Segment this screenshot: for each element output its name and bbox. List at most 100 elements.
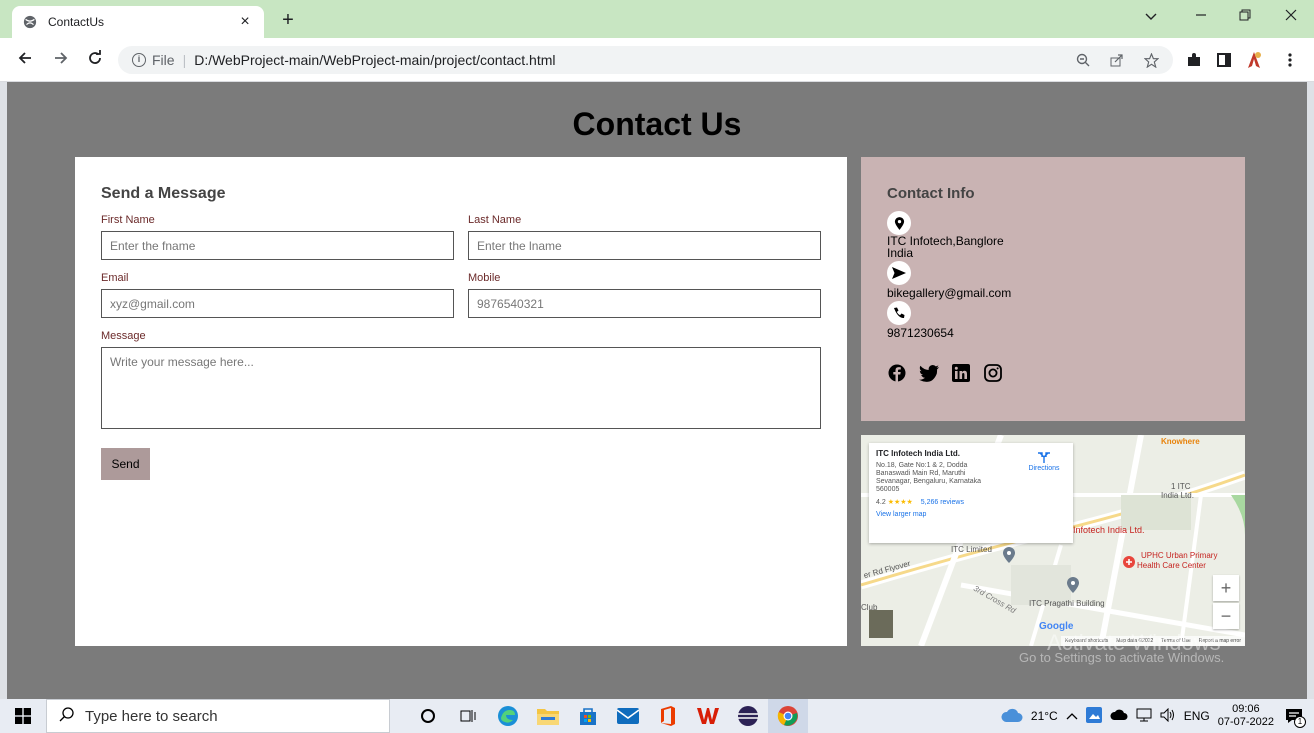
- browser-tab[interactable]: ContactUs ×: [12, 6, 264, 38]
- network-icon[interactable]: [1136, 708, 1152, 725]
- mail-icon[interactable]: [608, 699, 648, 733]
- address-line-1: ITC Infotech,Banglore: [887, 234, 1004, 248]
- wps-office-icon[interactable]: [688, 699, 728, 733]
- email-group: Email: [101, 272, 454, 318]
- contact-info-heading: Contact Info: [887, 185, 975, 202]
- contact-email: bikegallery@gmail.com: [887, 286, 1012, 300]
- profile-avatar-icon[interactable]: [1244, 50, 1264, 70]
- rating-stars: ★★★★: [887, 499, 913, 506]
- map-label-club: Club: [861, 603, 878, 612]
- system-tray: 21°C ENG 09:06 07-07-2022 1: [1001, 699, 1314, 733]
- onedrive-photos-icon[interactable]: [1085, 706, 1102, 726]
- office-icon[interactable]: [648, 699, 688, 733]
- message-textarea[interactable]: [101, 347, 821, 429]
- instagram-icon[interactable]: [983, 363, 1003, 383]
- linkedin-icon[interactable]: [951, 363, 971, 383]
- place-card: ITC Infotech India Ltd. No.18, Gate No:1…: [869, 443, 1073, 543]
- page-title: Contact Us: [572, 106, 742, 142]
- show-hidden-icons-icon[interactable]: [1066, 709, 1078, 723]
- search-icon: [59, 706, 75, 727]
- zoom-icon[interactable]: [1075, 52, 1091, 68]
- email-block: bikegallery@gmail.com: [887, 261, 1219, 299]
- message-form: Send a Message First Name Last Name Emai…: [75, 157, 847, 646]
- close-tab-icon[interactable]: ×: [236, 13, 254, 31]
- contact-phone: 9871230654: [887, 326, 954, 340]
- place-address: No.18, Gate No:1 & 2, Dodda Banaswadi Ma…: [876, 462, 982, 493]
- last-name-input[interactable]: [468, 231, 821, 260]
- map-label-pragathi: ITC Pragathi Building: [1029, 599, 1105, 608]
- globe-icon: [22, 14, 38, 30]
- mobile-input[interactable]: [468, 289, 821, 318]
- map-label-knowhere: Knowhere: [1161, 437, 1200, 446]
- address-line-2: India: [887, 246, 914, 260]
- extensions-icon[interactable]: [1184, 50, 1204, 70]
- tab-search-icon[interactable]: [1136, 8, 1166, 24]
- onedrive-cloud-icon[interactable]: [1110, 709, 1128, 724]
- facebook-icon[interactable]: [887, 363, 907, 383]
- input-language[interactable]: ENG: [1184, 709, 1210, 723]
- map-label-infotech: Infotech India Ltd.: [1073, 525, 1145, 535]
- forward-arrow-icon[interactable]: [50, 49, 72, 71]
- eclipse-icon[interactable]: [728, 699, 768, 733]
- place-rating: 4.2: [876, 499, 886, 506]
- store-icon[interactable]: [568, 699, 608, 733]
- taskbar-search-input[interactable]: Type here to search: [46, 699, 390, 733]
- embedded-map[interactable]: Knowhere 1 ITC India Ltd. Infotech India…: [861, 435, 1245, 646]
- social-links: [887, 363, 1219, 383]
- windows-start-icon[interactable]: [0, 699, 46, 733]
- map-label-itc-india: India Ltd.: [1161, 491, 1194, 500]
- weather-temperature[interactable]: 21°C: [1031, 709, 1058, 723]
- share-icon[interactable]: [1109, 52, 1125, 68]
- map-label-uphc-2: Health Care Center: [1137, 561, 1206, 570]
- notification-center-icon[interactable]: 1: [1282, 704, 1306, 728]
- file-explorer-icon[interactable]: [528, 699, 568, 733]
- side-panel-icon[interactable]: [1214, 50, 1234, 70]
- back-arrow-icon[interactable]: [14, 49, 36, 71]
- tab-bar: ContactUs × +: [0, 0, 1314, 38]
- map-label-uphc: UPHC Urban Primary: [1141, 551, 1218, 560]
- zoom-in-button[interactable]: +: [1213, 575, 1239, 601]
- message-group: Message: [101, 330, 821, 434]
- activate-windows-subtitle: Go to Settings to activate Windows.: [1019, 650, 1225, 665]
- page-viewport: Contact Us Send a Message First Name Las…: [7, 82, 1307, 699]
- reviews-link[interactable]: 5,266 reviews: [921, 499, 964, 506]
- menu-kebab-icon[interactable]: [1280, 50, 1300, 70]
- email-input[interactable]: [101, 289, 454, 318]
- close-window-icon[interactable]: [1276, 8, 1306, 24]
- reload-icon[interactable]: [84, 49, 106, 71]
- map-pin-2-icon[interactable]: [1067, 577, 1079, 598]
- task-view-icon[interactable]: [448, 699, 488, 733]
- view-larger-map-link[interactable]: View larger map: [876, 511, 1066, 518]
- contact-info-card: Contact Info ITC Infotech,Banglore India…: [861, 157, 1245, 421]
- new-tab-button[interactable]: +: [276, 9, 300, 32]
- twitter-icon[interactable]: [919, 363, 939, 383]
- weather-cloud-icon[interactable]: [1001, 707, 1023, 726]
- first-name-input[interactable]: [101, 231, 454, 260]
- cortana-icon[interactable]: [408, 699, 448, 733]
- phone-block: 9871230654: [887, 301, 1219, 339]
- first-name-group: First Name: [101, 214, 454, 260]
- send-arrow-icon: [887, 261, 911, 285]
- mobile-group: Mobile: [468, 272, 821, 318]
- address-bar: i File | D:/WebProject-main/WebProject-m…: [0, 38, 1314, 82]
- map-pin-icon[interactable]: [1003, 547, 1015, 568]
- phone-icon: [887, 301, 911, 325]
- directions-button[interactable]: Directions: [1023, 451, 1065, 472]
- zoom-out-button[interactable]: −: [1213, 603, 1239, 629]
- bookmark-star-icon[interactable]: [1143, 52, 1159, 68]
- info-icon[interactable]: i: [132, 53, 146, 67]
- form-heading: Send a Message: [101, 185, 226, 202]
- clock[interactable]: 09:06 07-07-2022: [1218, 703, 1274, 729]
- send-button[interactable]: Send: [101, 448, 150, 480]
- directions-icon: [1038, 452, 1050, 465]
- edge-browser-icon[interactable]: [488, 699, 528, 733]
- url-input[interactable]: i File | D:/WebProject-main/WebProject-m…: [118, 46, 1173, 74]
- url-text: D:/WebProject-main/WebProject-main/proje…: [194, 52, 556, 68]
- last-name-label: Last Name: [468, 214, 522, 226]
- chrome-icon[interactable]: [768, 699, 808, 733]
- hospital-pin-icon[interactable]: [1123, 555, 1135, 573]
- email-label: Email: [101, 272, 129, 284]
- volume-icon[interactable]: [1160, 707, 1176, 725]
- restore-icon[interactable]: [1230, 8, 1260, 24]
- minimize-icon[interactable]: [1186, 8, 1216, 24]
